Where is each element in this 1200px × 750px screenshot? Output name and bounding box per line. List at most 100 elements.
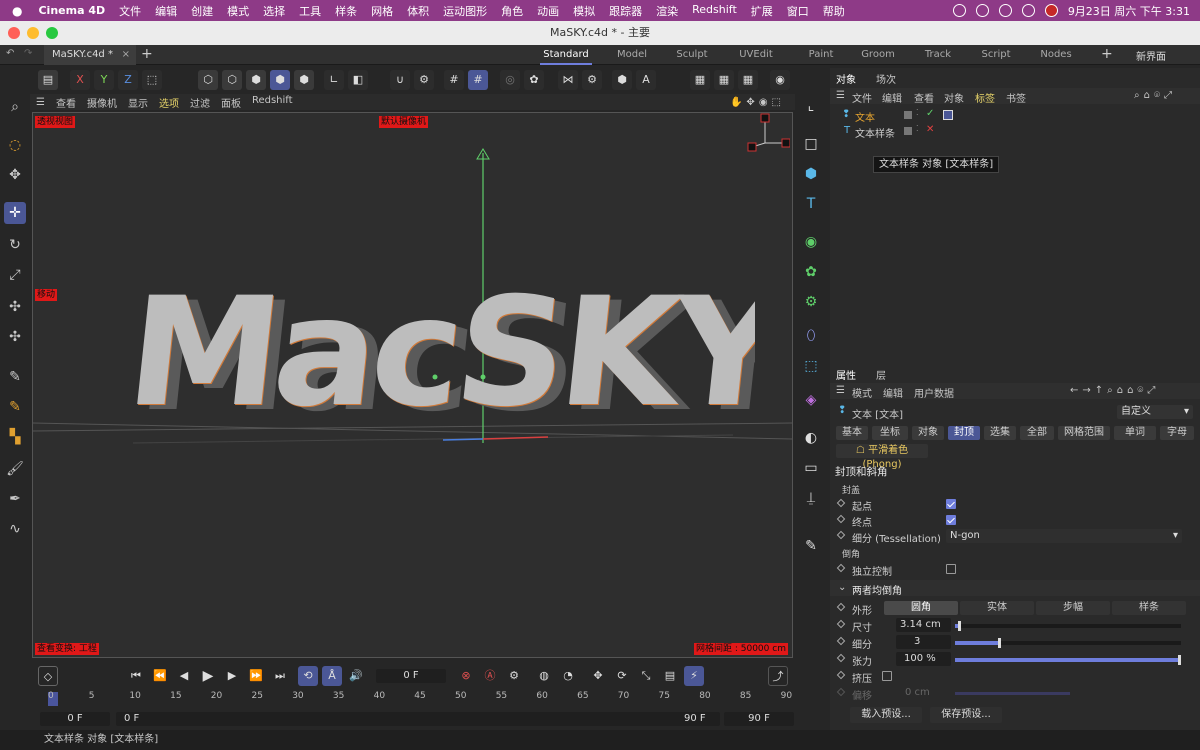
- status-icon[interactable]: [952, 4, 966, 17]
- am-menu-mode[interactable]: 模式: [852, 385, 872, 400]
- om-menu-tags[interactable]: 标签: [975, 90, 995, 105]
- auto-key-icon[interactable]: Ⓐ: [480, 666, 500, 686]
- axis-y-toggle[interactable]: Y: [94, 70, 114, 90]
- keyframe-diamond-icon[interactable]: [836, 619, 846, 629]
- tab-objects[interactable]: 对象: [836, 71, 856, 86]
- render-view-icon[interactable]: ▦: [690, 70, 710, 90]
- record-keys-icon[interactable]: ⊗: [456, 666, 476, 686]
- text-tool-icon[interactable]: T: [799, 192, 823, 216]
- points-mode-icon[interactable]: ⬡: [198, 70, 218, 90]
- layout-tab-uvedit[interactable]: UVEdit: [730, 45, 782, 65]
- scale-tool-icon[interactable]: ⤢: [4, 264, 26, 286]
- menu-item[interactable]: 工具: [299, 3, 321, 19]
- 3d-text-object[interactable]: MacSKY MacSKY: [135, 263, 755, 453]
- selection-settings-icon[interactable]: ✥: [4, 164, 26, 186]
- range-start-field[interactable]: 0 F: [40, 712, 110, 726]
- size-input[interactable]: 3.14 cm: [896, 618, 951, 632]
- phong-tag-button[interactable]: ☖ 平滑着色 (Phong): [836, 444, 928, 470]
- keyframe-diamond-icon[interactable]: [836, 530, 846, 540]
- menu-item[interactable]: 网格: [371, 3, 393, 19]
- perspective-view-label[interactable]: 透视视图: [35, 116, 76, 128]
- next-frame-icon[interactable]: ▶: [222, 666, 242, 686]
- am-menu-icon[interactable]: ☰: [836, 385, 845, 396]
- keyframe-icon[interactable]: ◇: [38, 666, 58, 686]
- effector-icon[interactable]: ⚙: [799, 290, 823, 314]
- viewport-menu-item[interactable]: 过滤: [190, 95, 210, 110]
- cloner-icon[interactable]: ✿: [799, 260, 823, 284]
- om-menu-icon[interactable]: ☰: [836, 90, 845, 101]
- move-key-icon[interactable]: ✥: [588, 666, 608, 686]
- attribute-sub-tab[interactable]: 封顶: [948, 426, 980, 440]
- param-key-icon[interactable]: ▤: [660, 666, 680, 686]
- layout-tab-track[interactable]: Track: [912, 45, 964, 65]
- snap-magnet-icon[interactable]: ∪: [390, 70, 410, 90]
- viewport-menu-item[interactable]: 显示: [128, 95, 148, 110]
- menu-item[interactable]: 帮助: [823, 3, 845, 19]
- environment-icon[interactable]: ◐: [799, 426, 823, 450]
- menu-item[interactable]: 跟踪器: [609, 3, 642, 19]
- load-preset-button[interactable]: 载入预设...: [850, 707, 922, 723]
- menu-item[interactable]: 样条: [335, 3, 357, 19]
- cap-start-checkbox[interactable]: [946, 499, 956, 509]
- naming-tool-icon[interactable]: ⬢: [612, 70, 632, 90]
- attribute-sub-tab[interactable]: 基本: [836, 426, 868, 440]
- object-name[interactable]: 文本样条: [855, 125, 895, 140]
- shape-option[interactable]: 样条: [1112, 601, 1186, 615]
- symmetry-settings-icon[interactable]: ⚙: [582, 70, 602, 90]
- attribute-sub-tab[interactable]: 单词: [1114, 426, 1156, 440]
- model-mode-icon[interactable]: ⬢: [270, 70, 290, 90]
- grid-snap-icon[interactable]: #: [444, 70, 464, 90]
- om-menu-view[interactable]: 查看: [914, 90, 934, 105]
- transform-tool-icon[interactable]: ✣: [4, 296, 26, 318]
- close-window-icon[interactable]: [8, 27, 20, 39]
- axis-z-toggle[interactable]: Z: [118, 70, 138, 90]
- next-key-icon[interactable]: ⏩: [246, 666, 266, 686]
- om-menu-object[interactable]: 对象: [944, 90, 964, 105]
- enabled-check-icon[interactable]: ✓: [926, 108, 934, 119]
- spline-smooth-icon[interactable]: ∿: [4, 518, 26, 540]
- keyframe-diamond-icon[interactable]: [836, 636, 846, 646]
- snap-settings-icon[interactable]: ⚙: [414, 70, 434, 90]
- previous-frame-icon[interactable]: ◀: [174, 666, 194, 686]
- layout-tab-paint[interactable]: Paint: [795, 45, 847, 65]
- menu-item[interactable]: 角色: [501, 3, 523, 19]
- shape-option[interactable]: 步幅: [1036, 601, 1110, 615]
- cap-end-checkbox[interactable]: [946, 515, 956, 525]
- size-slider[interactable]: [955, 621, 1181, 631]
- move-tool-icon[interactable]: ✛: [4, 202, 26, 224]
- offset-slider[interactable]: [955, 692, 1070, 695]
- am-nav-icons[interactable]: ←→↑⌕⌂⌂⌾⤢: [1070, 385, 1159, 396]
- collapse-chevron-icon[interactable]: ⌄: [838, 582, 846, 593]
- viewport-menu-item[interactable]: 摄像机: [87, 95, 117, 110]
- range-end-field[interactable]: 90 F: [724, 712, 794, 726]
- go-to-end-icon[interactable]: ⏭: [270, 666, 290, 686]
- viewport-menu-icon[interactable]: ☰: [36, 97, 45, 108]
- rectangle-spline-icon[interactable]: □: [799, 132, 823, 156]
- layout-tab-standard[interactable]: Standard: [540, 45, 592, 65]
- keyframe-diamond-icon[interactable]: [836, 602, 846, 612]
- attribute-sub-tab[interactable]: 网格范围: [1058, 426, 1110, 440]
- layout-tab-nodes[interactable]: Nodes: [1030, 45, 1082, 65]
- symmetry-icon[interactable]: ⋈: [558, 70, 578, 90]
- render-settings-icon[interactable]: ▦: [738, 70, 758, 90]
- timeline-ruler[interactable]: 0 5 10 15 20 25 30 35 40 45 50 55 60 65 70 75 80 85 90: [40, 690, 792, 708]
- current-frame-field[interactable]: 0 F: [376, 669, 446, 683]
- axis-mode-icon[interactable]: ∟: [324, 70, 344, 90]
- spline-primitive-icon[interactable]: ▚: [4, 426, 26, 448]
- default-camera-label[interactable]: 默认摄像机: [379, 116, 429, 128]
- apple-icon[interactable]: ●: [12, 4, 22, 18]
- object-row-text-spline[interactable]: T 文本样条 ⁚ ✕: [830, 124, 1200, 140]
- deformer-icon[interactable]: ⬯: [799, 324, 823, 348]
- menu-item[interactable]: 动画: [537, 3, 559, 19]
- menu-item[interactable]: 运动图形: [443, 3, 487, 19]
- attribute-sub-tab[interactable]: 全部: [1020, 426, 1054, 440]
- viewport-menu-item[interactable]: 面板: [221, 95, 241, 110]
- keyframe-diamond-icon[interactable]: [836, 498, 846, 508]
- menubar-clock[interactable]: 9月23日 周六 下午 3:31: [1068, 3, 1190, 19]
- tessellation-dropdown[interactable]: N-gon ▾: [946, 529, 1182, 543]
- tab-takes[interactable]: 场次: [876, 71, 896, 86]
- motion-system-icon[interactable]: ◍: [534, 666, 554, 686]
- control-center-icon[interactable]: [1021, 4, 1035, 17]
- minimize-window-icon[interactable]: [27, 27, 39, 39]
- phong-tag-icon[interactable]: [943, 110, 953, 120]
